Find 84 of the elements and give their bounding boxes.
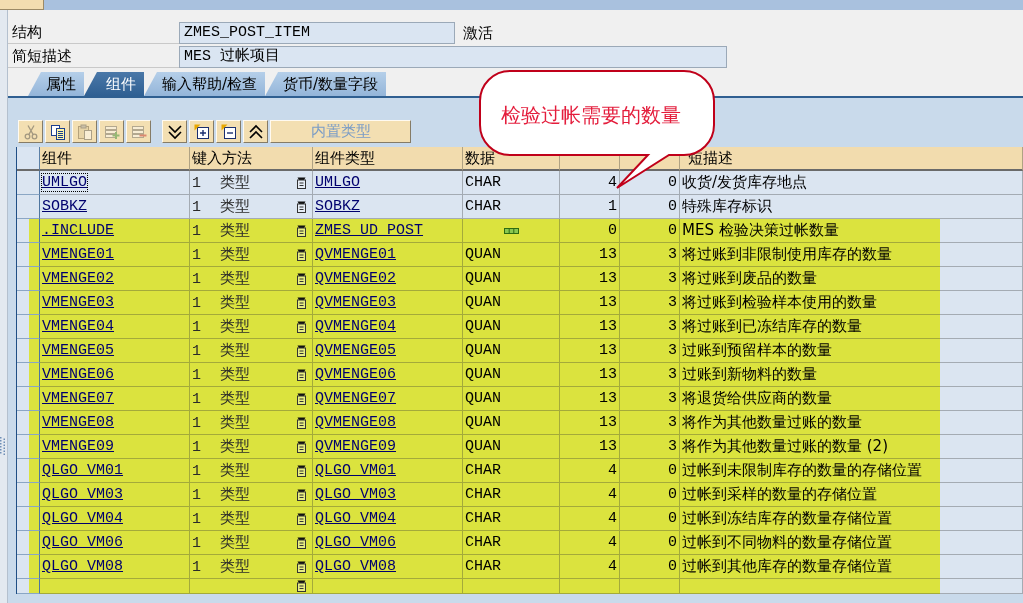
value-help-icon[interactable] — [297, 344, 306, 357]
component-link[interactable]: QLGO_VM08 — [42, 558, 123, 575]
clipboard-icon — [76, 123, 93, 140]
component-type-link[interactable]: QLGO_VM08 — [315, 558, 396, 575]
row-selector[interactable] — [17, 579, 40, 594]
expand-down-button[interactable] — [162, 120, 187, 143]
tab[interactable]: 组件 — [84, 72, 144, 96]
column-header: 组件类型 — [313, 147, 463, 171]
component-type-link[interactable]: QVMENGE09 — [315, 438, 396, 455]
component-type-link[interactable]: QVMENGE06 — [315, 366, 396, 383]
value-help-icon[interactable] — [297, 320, 306, 333]
value-help-icon[interactable] — [297, 272, 306, 285]
component-link[interactable]: VMENGE08 — [42, 414, 114, 431]
component-link[interactable]: QLGO_VM06 — [42, 534, 123, 551]
value-help-icon[interactable] — [297, 580, 306, 592]
structure-icon — [503, 227, 519, 234]
column-header: 键入方法 — [190, 147, 313, 171]
component-link[interactable]: SOBKZ — [42, 198, 87, 215]
callout-text: 检验过帐需要的数量 — [501, 103, 681, 127]
remove-row-icon — [130, 123, 147, 140]
component-link[interactable]: QLGO_VM01 — [42, 462, 123, 479]
tab[interactable]: 属性 — [28, 72, 84, 96]
value-help-icon[interactable] — [297, 416, 306, 429]
component-link[interactable]: VMENGE03 — [42, 294, 114, 311]
component-link[interactable]: QLGO_VM03 — [42, 486, 123, 503]
component-link[interactable]: VMENGE04 — [42, 318, 114, 335]
component-link[interactable]: VMENGE07 — [42, 390, 114, 407]
component-type-link[interactable]: QVMENGE03 — [315, 294, 396, 311]
component-link[interactable]: VMENGE06 — [42, 366, 114, 383]
value-help-icon[interactable] — [297, 296, 306, 309]
component-link[interactable]: .INCLUDE — [42, 222, 114, 239]
short-description-field[interactable]: MES 过帐项目 — [179, 46, 727, 68]
component-type-link[interactable]: QVMENGE02 — [315, 270, 396, 287]
value-help-icon[interactable] — [297, 176, 306, 189]
add-row-icon — [103, 123, 120, 140]
value-help-icon[interactable] — [297, 440, 306, 453]
value-help-icon[interactable] — [297, 560, 306, 573]
component-type-link[interactable]: QVMENGE01 — [315, 246, 396, 263]
component-link[interactable]: QLGO_VM04 — [42, 510, 123, 527]
plus-box-icon — [193, 123, 210, 140]
component-link[interactable]: UMLGO — [42, 174, 87, 191]
copy-button[interactable] — [45, 120, 70, 143]
entry-type-field[interactable] — [190, 579, 313, 594]
component-type-link[interactable]: UMLGO — [315, 174, 360, 191]
table-cell — [620, 579, 680, 594]
scissors-icon — [22, 123, 39, 140]
component-link[interactable]: VMENGE09 — [42, 438, 114, 455]
value-help-icon[interactable] — [297, 464, 306, 477]
expand-up-button[interactable] — [243, 120, 268, 143]
value-help-icon[interactable] — [297, 368, 306, 381]
table-cell — [560, 579, 620, 594]
component-type-link[interactable]: QLGO_VM06 — [315, 534, 396, 551]
chevron-up-icon — [247, 123, 264, 140]
component-type-link[interactable]: SOBKZ — [315, 198, 360, 215]
component-type-link[interactable]: QLGO_VM04 — [315, 510, 396, 527]
minus-box-icon — [220, 123, 237, 140]
component-type-link[interactable]: QVMENGE08 — [315, 414, 396, 431]
component-link[interactable]: VMENGE02 — [42, 270, 114, 287]
value-help-icon[interactable] — [297, 224, 306, 237]
value-help-icon[interactable] — [297, 392, 306, 405]
toolbar-button[interactable] — [0, 0, 44, 10]
tab[interactable]: 货币/数量字段 — [265, 72, 387, 96]
chevron-down-icon — [166, 123, 183, 140]
component-link[interactable]: VMENGE05 — [42, 342, 114, 359]
column-header: 组件 — [40, 147, 190, 171]
component-type-link[interactable]: QLGO_VM03 — [315, 486, 396, 503]
component-type-link[interactable]: QVMENGE05 — [315, 342, 396, 359]
value-help-icon[interactable] — [297, 200, 306, 213]
grip-icon[interactable] — [0, 437, 6, 455]
value-help-icon[interactable] — [297, 536, 306, 549]
value-help-icon[interactable] — [297, 488, 306, 501]
collapse-button[interactable] — [216, 120, 241, 143]
copy-icon — [49, 123, 66, 140]
component-type-link[interactable]: QVMENGE04 — [315, 318, 396, 335]
component-link[interactable]: VMENGE01 — [42, 246, 114, 263]
component-type-link[interactable]: QLGO_VM01 — [315, 462, 396, 479]
value-help-icon[interactable] — [297, 248, 306, 261]
structure-name-field[interactable]: ZMES_POST_ITEM — [179, 22, 455, 44]
expand-button[interactable] — [189, 120, 214, 143]
component-type-link[interactable]: ZMES_UD_POST — [315, 222, 424, 239]
value-help-icon[interactable] — [297, 512, 306, 525]
tab[interactable]: 输入帮助/检查 — [144, 72, 266, 96]
component-type-link[interactable]: QVMENGE07 — [315, 390, 396, 407]
status-text: 激活 — [463, 23, 493, 43]
